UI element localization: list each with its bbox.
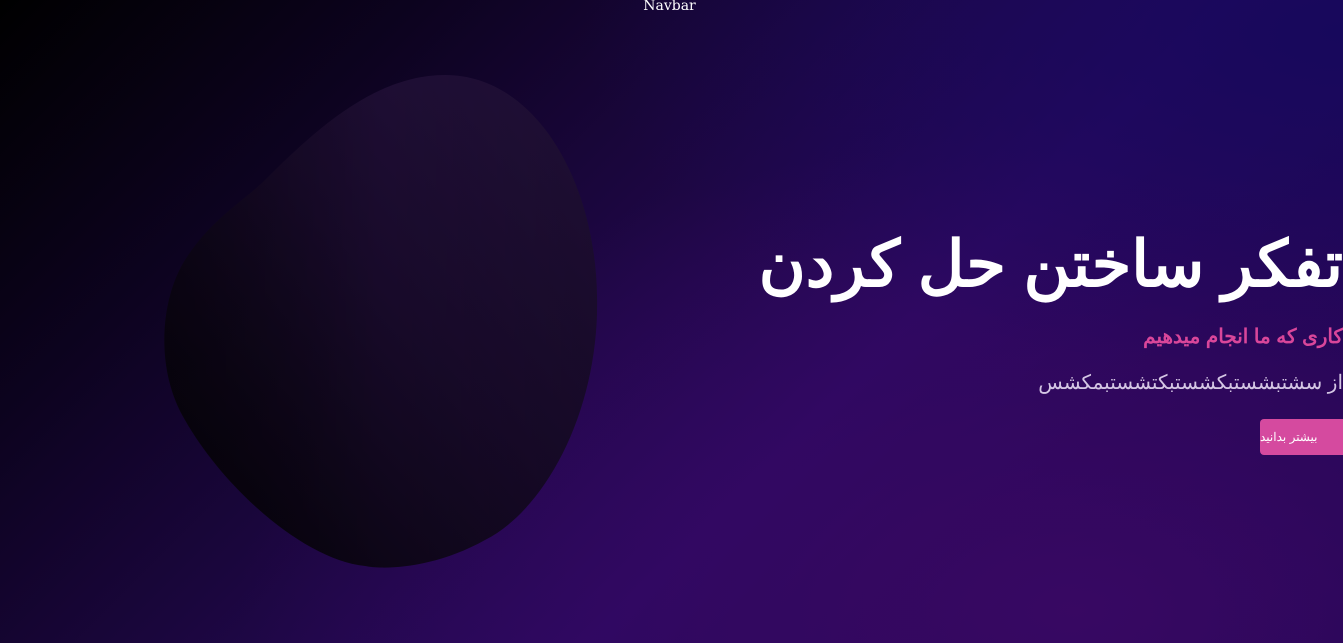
hero-content: تفکر ساختن حل کردن کاری که ما انجام میده… [759, 0, 1343, 643]
hero-title: تفکر ساختن حل کردن [758, 228, 1343, 300]
hero-section: تفکر ساختن حل کردن کاری که ما انجام میده… [0, 0, 1343, 643]
hero-subtitle: کاری که ما انجام میدهیم [1143, 326, 1343, 348]
hero-description: از سشتبشستبکشستبکتشستبمکشس [1038, 372, 1343, 394]
learn-more-button[interactable]: بیشتر بدانید [1260, 419, 1343, 455]
